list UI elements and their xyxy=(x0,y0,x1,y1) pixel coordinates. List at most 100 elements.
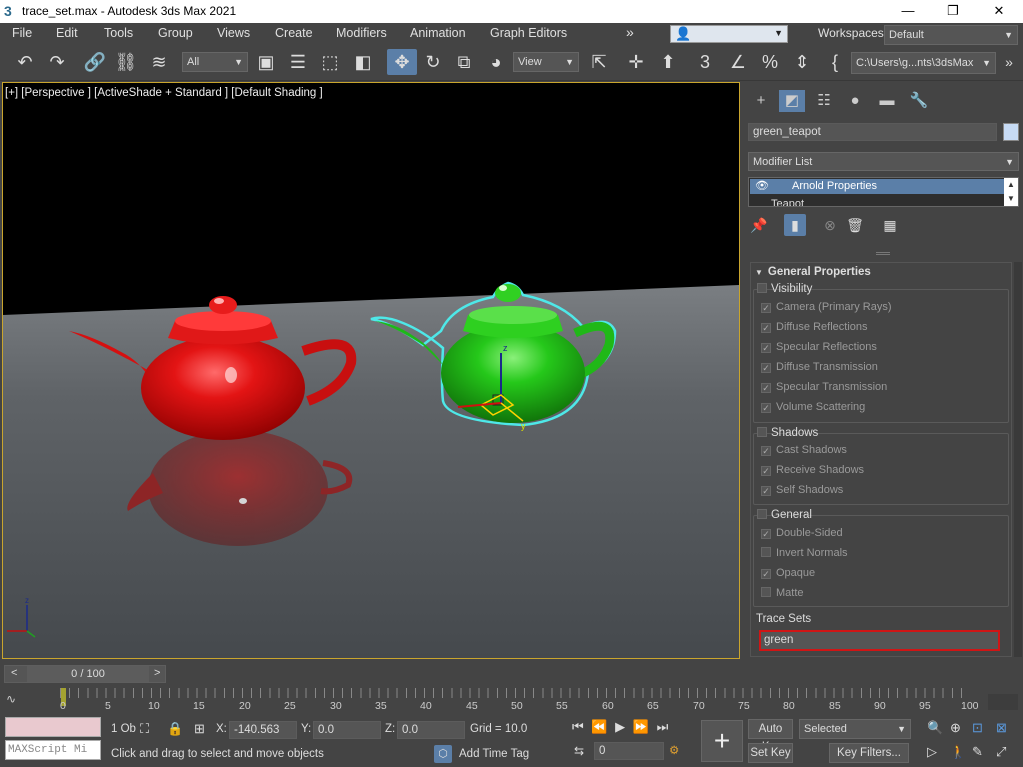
goto-start-icon[interactable]: ⏮ xyxy=(572,719,586,734)
stack-item-arnold-properties[interactable]: 👁 Arnold Properties xyxy=(750,179,1004,194)
show-end-result-icon[interactable]: ▮ xyxy=(784,214,806,236)
object-color-swatch[interactable] xyxy=(1003,123,1019,141)
rotate-icon[interactable]: ↻ xyxy=(420,49,446,75)
track-bar[interactable]: ∿ 0 5 10 15 20 25 30 35 40 45 50 55 60 6… xyxy=(0,688,1023,714)
key-mode-icon[interactable]: ⇆ xyxy=(574,744,584,758)
rect-region-icon[interactable]: ⬚ xyxy=(317,49,343,75)
checkbox-double-sided[interactable]: ✓ Double-Sided xyxy=(761,527,843,539)
checkbox-self-shadows[interactable]: ✓ Self Shadows xyxy=(761,484,843,496)
zoom-icon[interactable]: 🔍 xyxy=(927,720,943,736)
trace-sets-field[interactable]: green xyxy=(759,630,1000,651)
set-key-button[interactable]: Set Key xyxy=(748,743,793,763)
checkbox-matte[interactable]: Matte xyxy=(761,587,804,599)
menu-file[interactable]: File xyxy=(12,26,32,40)
undo-icon[interactable]: ↶ xyxy=(12,49,38,75)
user-account-dropdown[interactable]: 👤 ▼ xyxy=(670,25,788,43)
select-by-name-icon[interactable]: ☰ xyxy=(285,49,311,75)
minimize-button[interactable]: — xyxy=(885,0,931,23)
goto-end-icon[interactable]: ⏭ xyxy=(657,719,671,734)
menu-graph-editors[interactable]: Graph Editors xyxy=(490,26,567,40)
select-object-icon[interactable]: ▣ xyxy=(253,49,279,75)
configure-modifier-sets-icon[interactable]: ▦ xyxy=(879,214,901,236)
utilities-tab-icon[interactable]: 🔧 xyxy=(906,90,932,112)
time-slider[interactable]: < 0 / 100 > xyxy=(4,665,166,683)
next-frame-icon[interactable]: ⏩ xyxy=(633,719,651,734)
menu-group[interactable]: Group xyxy=(158,26,193,40)
eye-icon[interactable]: 👁 xyxy=(755,179,769,192)
manipulate-icon[interactable]: ✛ xyxy=(623,49,649,75)
visibility-toggle[interactable]: Visibility xyxy=(757,283,812,295)
checkbox-cast-shadows[interactable]: ✓ Cast Shadows xyxy=(761,444,847,456)
named-selection-icon[interactable]: { xyxy=(822,49,848,75)
checkbox-diffuse-transmission[interactable]: ✓ Diffuse Transmission xyxy=(761,361,878,373)
time-slider-next-button[interactable]: > xyxy=(154,667,160,679)
move-icon[interactable]: ✥ xyxy=(387,49,417,75)
menu-tools[interactable]: Tools xyxy=(104,26,133,40)
zoom-extents-all-icon[interactable]: ⊠ xyxy=(996,720,1007,736)
workspace-dropdown[interactable]: Default ▼ xyxy=(884,25,1018,45)
y-coordinate-field[interactable]: 0.0 xyxy=(313,721,381,739)
checkbox-receive-shadows[interactable]: ✓ Receive Shadows xyxy=(761,464,864,476)
perspective-viewport[interactable]: z y z xyxy=(2,82,740,659)
maximize-button[interactable]: ❐ xyxy=(930,0,976,23)
unlink-icon[interactable]: ⛓ xyxy=(113,49,139,75)
spinner-snap-icon[interactable]: ⇕ xyxy=(789,49,815,75)
orbit-icon[interactable]: ✎ xyxy=(972,744,983,760)
x-coordinate-field[interactable]: -140.563 xyxy=(229,721,297,739)
project-folder-dropdown[interactable]: C:\Users\g...nts\3dsMax ▼ xyxy=(851,52,996,74)
display-tab-icon[interactable]: ▬ xyxy=(874,90,900,112)
pivot-icon[interactable]: ⇱ xyxy=(586,49,612,75)
snap-icon[interactable]: 3 xyxy=(692,49,718,75)
checkbox-invert-normals[interactable]: Invert Normals xyxy=(761,547,848,559)
toolbar-more-icon[interactable]: » xyxy=(998,49,1020,75)
auto-key-button[interactable]: Auto K... xyxy=(748,719,793,753)
checkbox-opaque[interactable]: ✓ Opaque xyxy=(761,567,815,579)
modifier-list-dropdown[interactable]: Modifier List ▼ xyxy=(748,152,1019,171)
remove-modifier-icon[interactable]: 🗑 xyxy=(844,214,866,236)
checkbox-volume-scattering[interactable]: ✓ Volume Scattering xyxy=(761,401,865,413)
maxscript-mini-listener[interactable]: MAXScript Mi xyxy=(5,740,101,760)
close-button[interactable]: ✕ xyxy=(976,0,1022,23)
general-toggle[interactable]: General xyxy=(757,509,812,521)
menu-views[interactable]: Views xyxy=(217,26,250,40)
reference-coord-dropdown[interactable]: View ▼ xyxy=(513,52,579,72)
time-configuration-icon[interactable]: ⚙ xyxy=(669,743,679,757)
checkbox-specular-reflections[interactable]: ✓ Specular Reflections xyxy=(761,341,877,353)
zoom-extents-icon[interactable]: ⊡ xyxy=(972,720,983,736)
create-tab-icon[interactable]: + xyxy=(748,90,774,112)
curve-editor-icon[interactable]: ∿ xyxy=(6,692,16,706)
checkbox-specular-transmission[interactable]: ✓ Specular Transmission xyxy=(761,381,887,393)
angle-snap-icon[interactable]: ∠ xyxy=(725,49,751,75)
viewport-label-menu[interactable]: [+] [Perspective ] [ActiveShade + Standa… xyxy=(5,87,323,99)
motion-tab-icon[interactable]: ● xyxy=(842,90,868,112)
menu-modifiers[interactable]: Modifiers xyxy=(336,26,387,40)
panel-scrollbar[interactable] xyxy=(1014,262,1022,657)
set-key-big-icon[interactable]: + xyxy=(701,720,743,762)
maxscript-listener-output[interactable] xyxy=(5,717,101,737)
redo-icon[interactable]: ↷ xyxy=(44,49,70,75)
link-icon[interactable]: 🔗 xyxy=(82,49,108,75)
time-tag-icon[interactable]: ⬡ xyxy=(434,745,452,763)
checkbox-diffuse-reflections[interactable]: ✓ Diffuse Reflections xyxy=(761,321,868,333)
window-crossing-icon[interactable]: ◧ xyxy=(350,49,376,75)
pin-stack-icon[interactable]: 📌 xyxy=(748,214,770,236)
keyboard-shortcut-icon[interactable]: ⬆ xyxy=(655,49,681,75)
stack-scrollbar[interactable]: ▲ ▼ xyxy=(1004,178,1018,206)
modify-tab-icon[interactable]: ◩ xyxy=(779,90,805,112)
object-name-field[interactable]: green_teapot xyxy=(748,123,997,141)
selection-filter-dropdown[interactable]: All ▼ xyxy=(182,52,248,72)
prev-frame-icon[interactable]: ⏪ xyxy=(591,719,609,734)
percent-snap-icon[interactable]: % xyxy=(757,49,783,75)
menu-edit[interactable]: Edit xyxy=(56,26,78,40)
maximize-viewport-icon[interactable]: ⤢ xyxy=(996,744,1006,760)
current-frame-field[interactable]: 0 xyxy=(594,742,664,760)
key-selection-dropdown[interactable]: Selected ▼ xyxy=(799,719,911,739)
z-coordinate-field[interactable]: 0.0 xyxy=(397,721,465,739)
add-time-tag[interactable]: Add Time Tag xyxy=(459,748,529,760)
field-of-view-icon[interactable]: ▷ xyxy=(927,744,937,760)
walk-through-icon[interactable]: 🚶 xyxy=(950,744,966,760)
menu-more-icon[interactable]: » xyxy=(626,24,634,40)
checkbox-camera-primary-rays[interactable]: ✓ Camera (Primary Rays) xyxy=(761,301,892,313)
time-slider-prev-button[interactable]: < xyxy=(11,667,17,679)
lock-icon[interactable]: 🔒 xyxy=(167,721,183,737)
